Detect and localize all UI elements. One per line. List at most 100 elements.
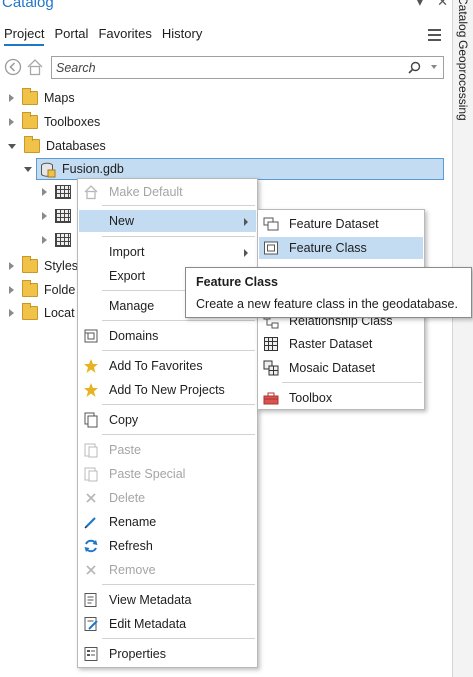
expand-icon[interactable] (9, 286, 14, 294)
menu-item-paste-special[interactable]: Paste Special (79, 463, 256, 485)
expand-icon[interactable] (42, 188, 47, 196)
tab-portal[interactable]: Portal (54, 26, 88, 46)
tree-item-label: Styles (44, 259, 79, 273)
tree-child-row[interactable] (42, 205, 77, 227)
submenu-item-feature-class[interactable]: Feature Class (259, 237, 423, 259)
view-metadata-icon (83, 592, 99, 608)
menu-item-rename[interactable]: Rename (79, 511, 256, 533)
submenu-item-raster-dataset[interactable]: Raster Dataset (259, 333, 423, 355)
menu-item-remove[interactable]: Remove (79, 559, 256, 581)
expand-icon[interactable] (9, 118, 14, 126)
menu-separator (282, 382, 422, 383)
pane-title-buttons: ▾ ✕ (403, 0, 448, 10)
collapse-icon[interactable] (24, 166, 32, 172)
menu-separator (102, 350, 255, 351)
menu-item-properties[interactable]: Properties (79, 643, 256, 665)
delete-icon (83, 490, 99, 506)
pane-title: Catalog (2, 0, 54, 11)
styles-folder-icon (22, 256, 38, 273)
tree-item-maps[interactable]: Maps (9, 87, 75, 109)
geodatabase-icon (40, 162, 56, 178)
tree-item-folders[interactable]: Folde (9, 279, 75, 301)
menu-item-delete[interactable]: Delete (79, 487, 256, 509)
menu-separator (102, 205, 255, 206)
toolbox-icon (263, 390, 279, 406)
back-icon[interactable] (3, 57, 23, 77)
tree-child-row[interactable] (42, 181, 77, 203)
edit-metadata-icon (83, 616, 99, 632)
menu-item-new[interactable]: New (79, 210, 256, 232)
search-icon[interactable] (408, 61, 421, 77)
menu-separator (102, 404, 255, 405)
search-dropdown-icon[interactable] (431, 65, 437, 69)
feature-class-icon (263, 240, 279, 256)
menu-icon[interactable] (428, 29, 441, 44)
submenu-item-feature-dataset[interactable]: Feature Dataset (259, 213, 423, 235)
menu-item-add-to-favorites[interactable]: Add To Favorites (79, 355, 256, 377)
remove-icon (83, 562, 99, 578)
menu-item-copy[interactable]: Copy (79, 409, 256, 431)
dataset-icon (55, 209, 71, 223)
tree-item-databases[interactable]: Databases (8, 135, 106, 157)
tree-item-label: Toolboxes (44, 115, 101, 129)
menu-item-domains[interactable]: Domains (79, 325, 256, 347)
maps-folder-icon (22, 88, 38, 105)
menu-separator (102, 320, 255, 321)
menu-item-make-default[interactable]: Make Default (79, 181, 256, 203)
close-icon[interactable]: ✕ (437, 0, 448, 9)
star-icon (83, 358, 99, 374)
tree-child-row[interactable] (42, 229, 77, 251)
home-icon[interactable] (25, 57, 45, 77)
tree-item-locators[interactable]: Locat (9, 302, 75, 324)
domains-icon (83, 328, 99, 344)
submenu-item-mosaic-dataset[interactable]: Mosaic Dataset (259, 357, 423, 379)
copy-icon (83, 412, 99, 428)
side-tab-geoprocessing[interactable]: Geoprocessing (456, 40, 470, 121)
catalog-tabs: Project Portal Favorites History (4, 26, 202, 46)
menu-item-edit-metadata[interactable]: Edit Metadata (79, 613, 256, 635)
expand-icon[interactable] (42, 236, 47, 244)
tab-favorites[interactable]: Favorites (98, 26, 151, 46)
paste-icon (83, 442, 99, 458)
tab-history[interactable]: History (162, 26, 202, 46)
dataset-icon (55, 185, 71, 199)
submenu-arrow-icon (244, 218, 248, 226)
pin-icon[interactable]: ▾ (417, 0, 424, 9)
side-tab-strip: Catalog Geoprocessing (452, 0, 473, 677)
collapse-icon[interactable] (8, 143, 16, 149)
side-tab-catalog[interactable]: Catalog (456, 0, 470, 37)
menu-separator (102, 584, 255, 585)
tree-item-toolboxes[interactable]: Toolboxes (9, 111, 100, 133)
context-menu: Make Default New Import Export Manage Do… (77, 178, 258, 668)
search-box (51, 56, 444, 79)
star-icon (83, 382, 99, 398)
menu-separator (102, 638, 255, 639)
menu-item-add-to-new-projects[interactable]: Add To New Projects (79, 379, 256, 401)
tree-item-styles[interactable]: Styles (9, 255, 78, 277)
menu-item-import[interactable]: Import (79, 241, 256, 263)
tooltip: Feature Class Create a new feature class… (185, 267, 472, 318)
refresh-icon (83, 538, 99, 554)
mosaic-dataset-icon (263, 360, 279, 376)
tree-item-fusion-gdb[interactable]: Fusion.gdb (24, 158, 124, 180)
paste-special-icon (83, 466, 99, 482)
expand-icon[interactable] (9, 94, 14, 102)
home-icon (83, 184, 99, 200)
databases-folder-icon (24, 136, 40, 153)
menu-item-paste[interactable]: Paste (79, 439, 256, 461)
expand-icon[interactable] (9, 262, 14, 270)
search-input[interactable] (56, 59, 396, 76)
expand-icon[interactable] (9, 309, 14, 317)
tree-item-label: Locat (44, 306, 75, 320)
tree-item-label: Maps (44, 91, 75, 105)
submenu-item-toolbox[interactable]: Toolbox (259, 387, 423, 409)
menu-item-refresh[interactable]: Refresh (79, 535, 256, 557)
tab-project[interactable]: Project (4, 26, 45, 46)
tree-item-label: Databases (46, 139, 106, 153)
expand-icon[interactable] (42, 212, 47, 220)
rename-pencil-icon (83, 514, 99, 530)
submenu-arrow-icon (244, 249, 248, 257)
toolboxes-folder-icon (22, 112, 38, 129)
tree-item-label: Fusion.gdb (62, 162, 124, 176)
menu-item-view-metadata[interactable]: View Metadata (79, 589, 256, 611)
